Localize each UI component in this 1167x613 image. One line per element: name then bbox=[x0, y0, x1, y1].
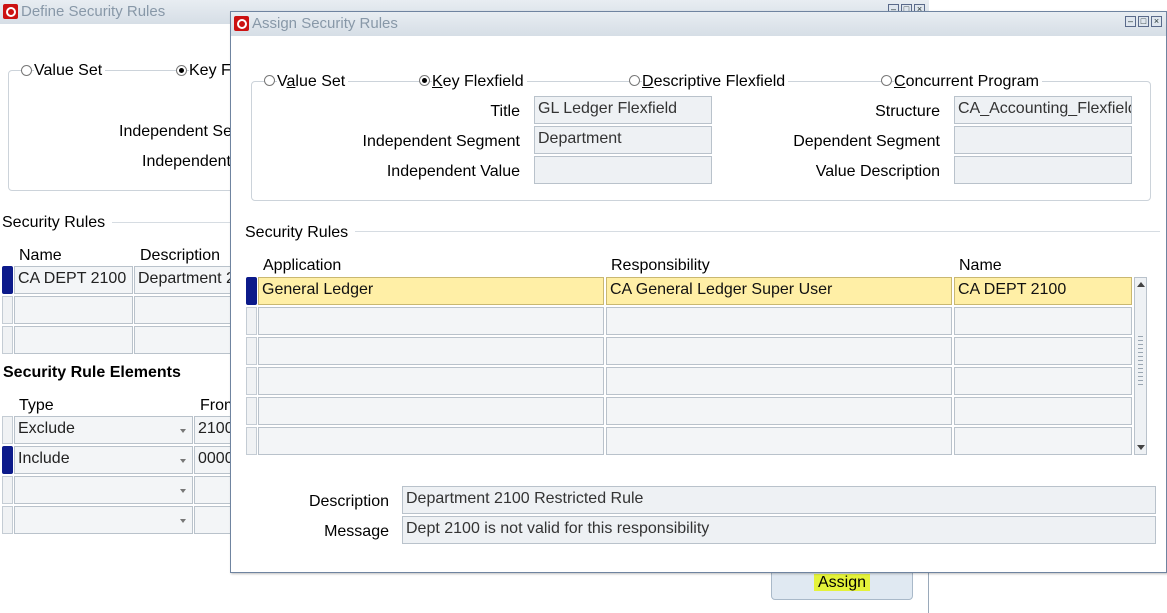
application-cell[interactable] bbox=[258, 427, 604, 455]
define-window-title: Define Security Rules bbox=[21, 3, 166, 20]
radio-value-set[interactable] bbox=[264, 75, 275, 86]
col-application: Application bbox=[263, 257, 342, 274]
bg-element-row-indicator[interactable] bbox=[2, 446, 13, 474]
bg-element-type-select[interactable]: Exclude bbox=[14, 416, 193, 444]
bg-radio-value-set[interactable] bbox=[21, 65, 32, 76]
application-cell[interactable] bbox=[258, 337, 604, 365]
structure-field[interactable]: CA_Accounting_Flexfield bbox=[954, 96, 1132, 124]
value-description-label: Value Description bbox=[815, 163, 940, 180]
value-description-field[interactable] bbox=[954, 156, 1132, 184]
bg-col-name: Name bbox=[19, 247, 62, 264]
independent-segment-label: Independent Segment bbox=[362, 133, 520, 150]
dependent-segment-label: Dependent Segment bbox=[793, 133, 940, 150]
bg-independent-segment-label: Independent Se bbox=[119, 123, 232, 140]
responsibility-cell[interactable]: CA General Ledger Super User bbox=[606, 277, 952, 305]
rule-row-indicator[interactable] bbox=[246, 307, 257, 335]
col-name: Name bbox=[959, 257, 1002, 274]
bg-element-row-indicator[interactable] bbox=[2, 506, 13, 534]
message-field[interactable]: Dept 2100 is not valid for this responsi… bbox=[402, 516, 1156, 544]
responsibility-cell[interactable] bbox=[606, 427, 952, 455]
bg-col-type: Type bbox=[19, 397, 54, 414]
name-cell[interactable] bbox=[954, 337, 1132, 365]
bg-col-description: Description bbox=[140, 247, 221, 264]
name-cell[interactable]: CA DEPT 2100 bbox=[954, 277, 1132, 305]
close-icon[interactable]: × bbox=[1151, 16, 1162, 27]
responsibility-cell[interactable] bbox=[606, 367, 952, 395]
dialog-titlebar[interactable]: Assign Security Rules – □ × bbox=[231, 12, 1166, 36]
oracle-logo-icon bbox=[3, 4, 18, 19]
bg-radio-value-set-label: Value Set bbox=[34, 62, 106, 80]
scroll-down-icon[interactable] bbox=[1137, 445, 1145, 450]
bg-element-type-select[interactable] bbox=[14, 476, 193, 504]
bg-divider bbox=[112, 222, 242, 223]
name-cell[interactable] bbox=[954, 397, 1132, 425]
bg-radio-key-flexfield[interactable] bbox=[176, 65, 187, 76]
bg-rule-desc-cell[interactable] bbox=[134, 296, 244, 324]
rule-row-indicator[interactable] bbox=[246, 367, 257, 395]
security-rules-heading: Security Rules bbox=[245, 224, 349, 241]
title-label: Title bbox=[490, 103, 520, 120]
application-cell[interactable] bbox=[258, 307, 604, 335]
description-field[interactable]: Department 2100 Restricted Rule bbox=[402, 486, 1156, 514]
application-cell[interactable] bbox=[258, 367, 604, 395]
rule-row-indicator[interactable] bbox=[246, 397, 257, 425]
application-cell[interactable] bbox=[258, 397, 604, 425]
bg-independent-value-label: Independent bbox=[142, 153, 231, 170]
application-cell[interactable]: General Ledger bbox=[258, 277, 604, 305]
dialog-window-controls: – □ × bbox=[1125, 16, 1162, 27]
responsibility-cell[interactable] bbox=[606, 337, 952, 365]
name-cell[interactable] bbox=[954, 307, 1132, 335]
independent-value-field[interactable] bbox=[534, 156, 712, 184]
radio-key-flexfield[interactable] bbox=[419, 75, 430, 86]
radio-descriptive-flexfield[interactable] bbox=[629, 75, 640, 86]
bg-element-row-indicator[interactable] bbox=[2, 476, 13, 504]
responsibility-cell[interactable] bbox=[606, 307, 952, 335]
minimize-icon[interactable]: – bbox=[1125, 16, 1136, 27]
scroll-up-icon[interactable] bbox=[1137, 282, 1145, 287]
bg-row-indicator[interactable] bbox=[2, 266, 13, 294]
title-field[interactable]: GL Ledger Flexfield bbox=[534, 96, 712, 124]
bg-row-indicator[interactable] bbox=[2, 296, 13, 324]
bg-rule-name-cell[interactable]: CA DEPT 2100 bbox=[14, 266, 133, 294]
col-responsibility: Responsibility bbox=[611, 257, 710, 274]
rule-row-indicator[interactable] bbox=[246, 427, 257, 455]
security-rules-divider bbox=[355, 231, 1160, 232]
responsibility-cell[interactable] bbox=[606, 397, 952, 425]
radio-value-set-label: Value Set bbox=[277, 73, 349, 91]
bg-rule-desc-cell[interactable]: Department 2 bbox=[134, 266, 244, 294]
bg-rule-desc-cell[interactable] bbox=[134, 326, 244, 354]
radio-descriptive-flexfield-label: Descriptive Flexfield bbox=[642, 73, 789, 91]
assign-security-rules-dialog: Assign Security Rules – □ × Value Set Ke… bbox=[230, 11, 1167, 573]
independent-segment-field[interactable]: Department bbox=[534, 126, 712, 154]
rule-row-indicator[interactable] bbox=[246, 337, 257, 365]
bg-row-indicator[interactable] bbox=[2, 326, 13, 354]
bg-element-row-indicator[interactable] bbox=[2, 416, 13, 444]
bg-radio-key-label: Key F bbox=[189, 62, 231, 80]
structure-label: Structure bbox=[875, 103, 940, 120]
maximize-icon[interactable]: □ bbox=[1138, 16, 1149, 27]
bg-security-rules-heading: Security Rules bbox=[2, 214, 106, 231]
message-label: Message bbox=[324, 523, 389, 540]
assign-button-label: Assign bbox=[813, 574, 871, 591]
independent-value-label: Independent Value bbox=[386, 163, 520, 180]
rule-row-indicator[interactable] bbox=[246, 277, 257, 305]
radio-concurrent-program-label: Concurrent Program bbox=[894, 73, 1042, 91]
name-cell[interactable] bbox=[954, 367, 1132, 395]
bg-element-type-select[interactable]: Include bbox=[14, 446, 193, 474]
oracle-logo-icon bbox=[234, 16, 249, 31]
rules-scrollbar[interactable] bbox=[1134, 277, 1147, 455]
description-label: Description bbox=[308, 493, 389, 510]
radio-concurrent-program[interactable] bbox=[881, 75, 892, 86]
scrollbar-grip[interactable] bbox=[1138, 336, 1143, 386]
bg-elements-heading: Security Rule Elements bbox=[3, 364, 181, 381]
bg-rule-name-cell[interactable] bbox=[14, 296, 133, 324]
dialog-title: Assign Security Rules bbox=[252, 15, 398, 32]
bg-element-type-select[interactable] bbox=[14, 506, 193, 534]
radio-key-flexfield-label: Key Flexfield bbox=[432, 73, 527, 91]
dependent-segment-field[interactable] bbox=[954, 126, 1132, 154]
bg-rule-name-cell[interactable] bbox=[14, 326, 133, 354]
name-cell[interactable] bbox=[954, 427, 1132, 455]
